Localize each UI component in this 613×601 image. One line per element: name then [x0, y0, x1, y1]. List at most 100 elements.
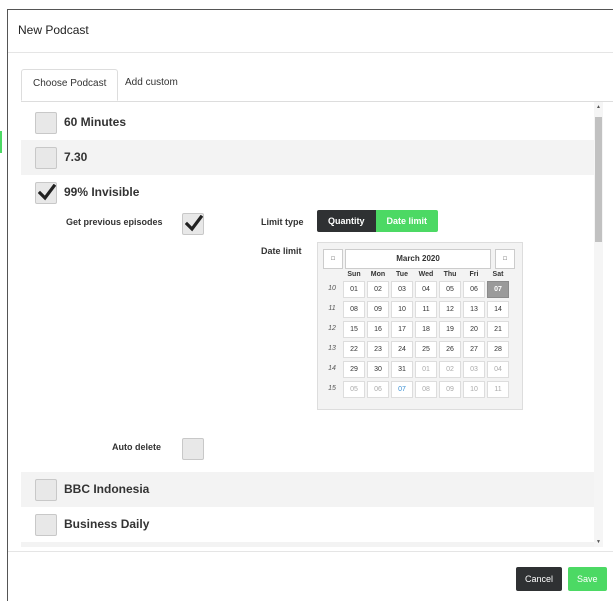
calendar-day[interactable]: 10	[391, 301, 413, 318]
podcast-row-business-daily[interactable]: Business Daily	[21, 507, 595, 542]
calendar-day[interactable]: 16	[367, 321, 389, 338]
calendar-day[interactable]: 11	[487, 381, 509, 398]
auto-delete-label: Auto delete	[112, 442, 162, 452]
calendar-day[interactable]: 26	[439, 341, 461, 358]
limit-type-toggle: Quantity Date limit	[317, 210, 439, 232]
calendar-day[interactable]: 25	[415, 341, 437, 358]
get-previous-label: Get previous episodes	[66, 217, 163, 227]
date-picker: □ March 2020 □ Sun Mon Tue Wed Thu Fri Sat 10 01…	[317, 242, 523, 410]
calendar-day[interactable]: 07	[487, 281, 509, 298]
scroll-down-arrow-icon[interactable]: ▼	[594, 537, 603, 547]
calendar-weekday: Fri	[469, 271, 479, 278]
calendar-day[interactable]: 09	[367, 301, 389, 318]
calendar-day[interactable]: 14	[487, 301, 509, 318]
tab-bar: Choose Podcast Add custom	[21, 69, 613, 102]
calendar-day[interactable]: 02	[367, 281, 389, 298]
calendar-week-number: 15	[328, 385, 336, 392]
podcast-row-60-minutes[interactable]: 60 Minutes	[21, 105, 595, 140]
podcast-name: Business Daily	[64, 517, 150, 531]
scroll-up-arrow-icon[interactable]: ▲	[594, 102, 603, 112]
calendar-day[interactable]: 28	[487, 341, 509, 358]
calendar-day[interactable]: 10	[463, 381, 485, 398]
calendar-prev-button[interactable]: □	[323, 249, 343, 269]
get-previous-checkbox[interactable]	[182, 213, 204, 235]
podcast-list: 60 Minutes 7.30 99% Invisible Get previo…	[21, 102, 595, 547]
calendar-week-number: 12	[328, 325, 336, 332]
auto-delete-checkbox[interactable]	[182, 438, 204, 460]
calendar-day[interactable]: 05	[343, 381, 365, 398]
podcast-row-99-invisible[interactable]: 99% Invisible	[21, 175, 595, 210]
calendar-day[interactable]: 24	[391, 341, 413, 358]
calendar-month-label[interactable]: March 2020	[345, 249, 491, 269]
calendar-day[interactable]: 11	[415, 301, 437, 318]
calendar-day[interactable]: 09	[439, 381, 461, 398]
calendar-day[interactable]: 02	[439, 361, 461, 378]
calendar-day[interactable]: 08	[343, 301, 365, 318]
calendar-day[interactable]: 08	[415, 381, 437, 398]
tab-add-custom[interactable]: Add custom	[114, 69, 189, 101]
calendar-weekday: Sun	[347, 271, 361, 278]
calendar-weekday: Mon	[370, 271, 386, 278]
podcast-checkbox[interactable]	[35, 514, 57, 536]
calendar-week-number: 10	[328, 285, 336, 292]
limit-type-label: Limit type	[261, 217, 304, 227]
calendar-next-button[interactable]: □	[495, 249, 515, 269]
podcast-checkbox[interactable]	[35, 147, 57, 169]
calendar-day[interactable]: 01	[343, 281, 365, 298]
podcast-row-partial[interactable]	[21, 542, 595, 547]
calendar-day[interactable]: 18	[415, 321, 437, 338]
podcast-checkbox[interactable]	[35, 112, 57, 134]
dialog-title: New Podcast	[18, 23, 89, 37]
podcast-name: 60 Minutes	[64, 115, 127, 129]
calendar-day[interactable]: 30	[367, 361, 389, 378]
podcast-name: 99% Invisible	[64, 185, 140, 199]
tab-choose-podcast[interactable]: Choose Podcast	[21, 69, 119, 101]
podcast-checkbox[interactable]	[35, 479, 57, 501]
calendar-day[interactable]: 31	[391, 361, 413, 378]
calendar-day[interactable]: 06	[367, 381, 389, 398]
podcast-name: BBC Indonesia	[64, 482, 150, 496]
header-divider	[8, 52, 613, 53]
podcast-checkbox-checked[interactable]	[35, 182, 57, 204]
limit-type-quantity-button[interactable]: Quantity	[317, 210, 376, 232]
calendar-day[interactable]: 19	[439, 321, 461, 338]
list-scrollbar[interactable]: ▲ ▼	[594, 102, 603, 547]
calendar-weekday: Tue	[396, 271, 408, 278]
calendar-day[interactable]: 07	[391, 381, 413, 398]
checkmark-icon	[38, 184, 56, 201]
date-limit-label: Date limit	[261, 246, 302, 256]
new-podcast-dialog: New Podcast Choose Podcast Add custom 60…	[7, 9, 613, 601]
calendar-weekday: Sat	[492, 271, 504, 278]
calendar-day[interactable]: 04	[487, 361, 509, 378]
podcast-row-bbc-indonesia[interactable]: BBC Indonesia	[21, 472, 595, 507]
calendar-week-number: 14	[328, 365, 336, 372]
calendar-day[interactable]: 12	[439, 301, 461, 318]
calendar-day[interactable]: 27	[463, 341, 485, 358]
calendar-day[interactable]: 04	[415, 281, 437, 298]
calendar-day[interactable]: 20	[463, 321, 485, 338]
calendar-day[interactable]: 23	[367, 341, 389, 358]
calendar-weekday: Thu	[443, 271, 457, 278]
podcast-row-7-30[interactable]: 7.30	[21, 140, 595, 175]
calendar-day[interactable]: 29	[343, 361, 365, 378]
background-accent	[0, 131, 2, 153]
podcast-name: 7.30	[64, 150, 88, 164]
save-button[interactable]: Save	[568, 567, 607, 591]
calendar-day[interactable]: 15	[343, 321, 365, 338]
calendar-day[interactable]: 05	[439, 281, 461, 298]
calendar-day[interactable]: 06	[463, 281, 485, 298]
calendar-day[interactable]: 22	[343, 341, 365, 358]
calendar-week-number: 11	[328, 305, 336, 312]
calendar-day[interactable]: 13	[463, 301, 485, 318]
limit-type-date-button[interactable]: Date limit	[375, 210, 439, 232]
scrollbar-thumb[interactable]	[595, 117, 602, 242]
calendar-day[interactable]: 17	[391, 321, 413, 338]
calendar-day[interactable]: 03	[463, 361, 485, 378]
calendar-day[interactable]: 01	[415, 361, 437, 378]
calendar-day[interactable]: 21	[487, 321, 509, 338]
cancel-button[interactable]: Cancel	[516, 567, 563, 591]
calendar-weekday: Wed	[418, 271, 434, 278]
checkmark-icon	[185, 215, 203, 232]
footer-divider	[8, 551, 613, 552]
calendar-day[interactable]: 03	[391, 281, 413, 298]
